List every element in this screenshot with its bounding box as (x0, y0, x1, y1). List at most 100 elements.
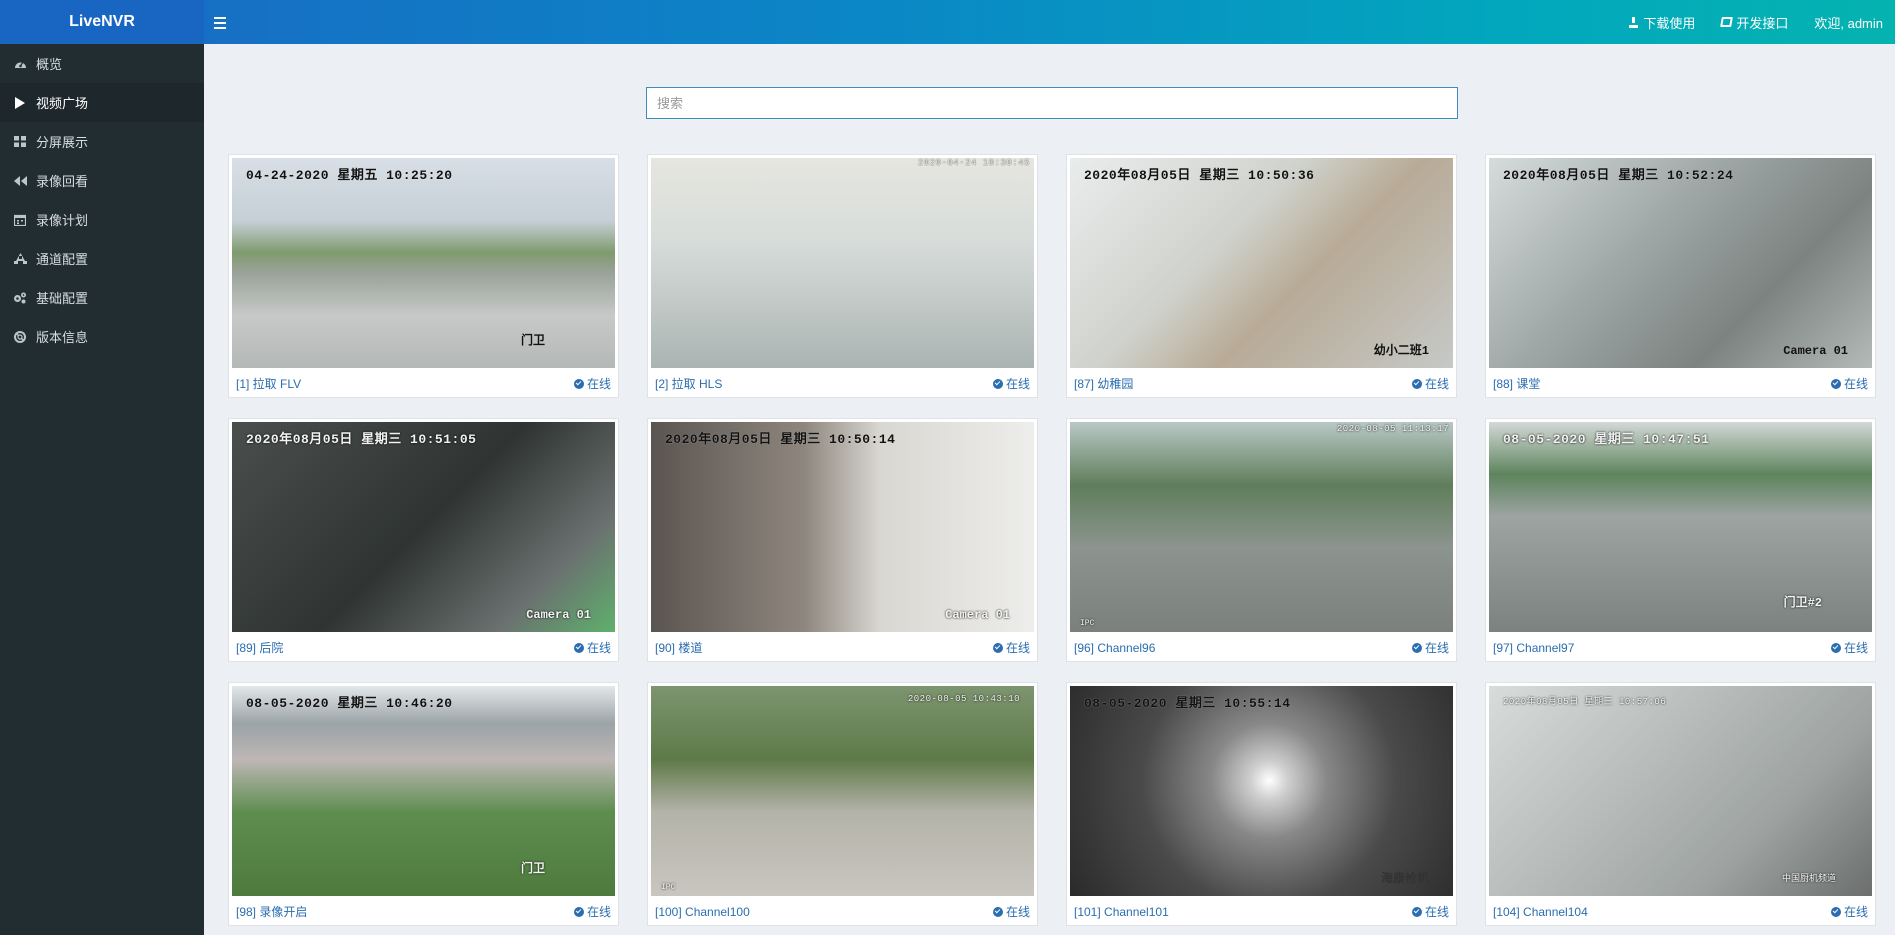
status-badge: 在线 (573, 375, 611, 392)
osd-time: 2020年08月05日 星期三 10:51:05 (246, 432, 477, 447)
sidebar-item-video-square[interactable]: 视频广场 (0, 83, 204, 122)
video-card[interactable]: 2020年08月05日 星期三 10:57:06 中国厨机频道 [104] Ch… (1485, 682, 1876, 926)
main-content: 04-24-2020 星期五 10:25:20 门卫 [1] 拉取 FLV 在线… (204, 44, 1895, 935)
video-card[interactable]: 04-24-2020 星期五 10:25:20 门卫 [1] 拉取 FLV 在线 (228, 154, 619, 398)
sidebar-item-record-plan[interactable]: 录像计划 (0, 200, 204, 239)
video-card[interactable]: 2020年08月05日 星期三 10:50:14 Camera 01 [90] … (647, 418, 1038, 662)
video-card[interactable]: 08-05-2020 星期三 10:55:14 海康枪机 [101] Chann… (1066, 682, 1457, 926)
sidebar-toggle-icon[interactable] (214, 11, 232, 33)
video-thumbnail[interactable]: 2020年08月05日 星期三 10:50:36 幼小二班1 (1070, 158, 1453, 368)
video-thumbnail[interactable]: 2020年08月05日 星期三 10:51:05 Camera 01 (232, 422, 615, 632)
sidebar-item-label: 视频广场 (36, 96, 89, 111)
video-card[interactable]: 2020-08-05 11:13:17 IPC [96] Channel96 在… (1066, 418, 1457, 662)
check-circle-icon (992, 642, 1003, 653)
sidebar-item-label: 分屏展示 (36, 135, 89, 150)
channel-name[interactable]: [1] 拉取 FLV (236, 375, 301, 392)
status-badge: 在线 (573, 639, 611, 656)
welcome-text: 欢迎, admin (1814, 15, 1883, 31)
channel-name[interactable]: [90] 楼道 (655, 639, 702, 656)
sidebar-item-label: 录像回看 (36, 174, 89, 189)
status-badge: 在线 (1411, 639, 1449, 656)
osd-time: 08-05-2020 星期三 10:55:14 (1084, 696, 1291, 711)
channel-name[interactable]: [97] Channel97 (1493, 641, 1574, 655)
status-badge: 在线 (992, 903, 1030, 920)
top-navbar: LiveNVR 下载使用 开发接口 欢迎, admin (0, 0, 1895, 44)
osd-time: 2020年08月05日 星期三 10:50:36 (1084, 168, 1315, 183)
channel-name[interactable]: [2] 拉取 HLS (655, 375, 722, 392)
calendar-icon (13, 214, 27, 226)
sidebar-item-version[interactable]: 版本信息 (0, 317, 204, 356)
check-circle-icon (992, 906, 1003, 917)
sidebar-item-split-screen[interactable]: 分屏展示 (0, 122, 204, 161)
check-circle-icon (992, 378, 1003, 389)
osd-camera-name: IPC (1080, 619, 1095, 628)
video-card[interactable]: 08-05-2020 星期三 10:47:51 门卫#2 [97] Channe… (1485, 418, 1876, 662)
osd-camera-name: 门卫 (520, 334, 545, 348)
video-thumbnail[interactable]: 2020年08月05日 星期三 10:52:24 Camera 01 (1489, 158, 1872, 368)
sidebar-item-playback[interactable]: 录像回看 (0, 161, 204, 200)
video-thumbnail[interactable]: 08-05-2020 星期三 10:47:51 门卫#2 (1489, 422, 1872, 632)
check-circle-icon (1411, 642, 1422, 653)
channel-name[interactable]: [96] Channel96 (1074, 641, 1155, 655)
video-card[interactable]: 2020年08月05日 星期三 10:52:24 Camera 01 [88] … (1485, 154, 1876, 398)
video-thumbnail[interactable]: 2020-04-24 10:30:45 (651, 158, 1034, 368)
osd-camera-name: IPC (661, 883, 676, 892)
channel-name[interactable]: [100] Channel100 (655, 905, 750, 919)
check-circle-icon (573, 906, 584, 917)
status-badge: 在线 (1830, 639, 1868, 656)
osd-time: 08-05-2020 星期三 10:47:51 (1503, 432, 1710, 447)
osd-camera-name: 海康枪机 (1380, 872, 1429, 886)
status-badge: 在线 (1830, 903, 1868, 920)
user-menu[interactable]: 欢迎, admin (1814, 13, 1883, 32)
channel-name[interactable]: [98] 录像开启 (236, 903, 307, 920)
sidebar-item-label: 概览 (36, 57, 63, 72)
video-thumbnail[interactable]: 2020-08-05 10:43:10 IPC (651, 686, 1034, 896)
download-label: 下载使用 (1643, 15, 1696, 31)
channel-name[interactable]: [104] Channel104 (1493, 905, 1588, 919)
osd-time: 08-05-2020 星期三 10:46:20 (246, 696, 453, 711)
check-circle-icon (573, 378, 584, 389)
check-circle-icon (1411, 378, 1422, 389)
video-thumbnail[interactable]: 08-05-2020 星期三 10:46:20 门卫 (232, 686, 615, 896)
download-link[interactable]: 下载使用 (1628, 13, 1695, 32)
channel-name[interactable]: [87] 幼稚园 (1074, 375, 1133, 392)
video-thumbnail[interactable]: 2020-08-05 11:13:17 IPC (1070, 422, 1453, 632)
grid-icon (13, 136, 27, 147)
backward-icon (13, 175, 27, 186)
check-circle-icon (573, 642, 584, 653)
video-card[interactable]: 08-05-2020 星期三 10:46:20 门卫 [98] 录像开启 在线 (228, 682, 619, 926)
channel-name[interactable]: [101] Channel101 (1074, 905, 1169, 919)
video-card[interactable]: 2020年08月05日 星期三 10:50:36 幼小二班1 [87] 幼稚园 … (1066, 154, 1457, 398)
sidebar-item-label: 通道配置 (36, 252, 89, 267)
status-badge: 在线 (573, 903, 611, 920)
osd-time: 2020年08月05日 星期三 10:57:06 (1503, 697, 1667, 707)
osd-camera-name: 中国厨机频道 (1781, 874, 1836, 884)
status-badge: 在线 (1830, 375, 1868, 392)
check-circle-icon (1830, 378, 1841, 389)
channel-name[interactable]: [88] 课堂 (1493, 375, 1540, 392)
check-circle-icon (1411, 906, 1422, 917)
api-label: 开发接口 (1736, 15, 1789, 31)
download-icon (1628, 16, 1639, 28)
check-circle-icon (1830, 906, 1841, 917)
video-thumbnail[interactable]: 2020年08月05日 星期三 10:50:14 Camera 01 (651, 422, 1034, 632)
channel-name[interactable]: [89] 后院 (236, 639, 283, 656)
video-thumbnail[interactable]: 2020年08月05日 星期三 10:57:06 中国厨机频道 (1489, 686, 1872, 896)
sidebar-item-channel-config[interactable]: 通道配置 (0, 239, 204, 278)
osd-time: 2020-08-05 10:43:10 (907, 694, 1020, 704)
osd-camera-name: 幼小二班1 (1373, 344, 1429, 358)
search-input[interactable] (646, 87, 1458, 119)
osd-time: 04-24-2020 星期五 10:25:20 (246, 168, 453, 183)
sidebar-item-basic-config[interactable]: 基础配置 (0, 278, 204, 317)
video-card[interactable]: 2020年08月05日 星期三 10:51:05 Camera 01 [89] … (228, 418, 619, 662)
osd-time: 2020-04-24 10:30:45 (917, 158, 1030, 168)
sidebar-item-overview[interactable]: 概览 (0, 44, 204, 83)
status-badge: 在线 (1411, 375, 1449, 392)
video-card[interactable]: 2020-04-24 10:30:45 [2] 拉取 HLS 在线 (647, 154, 1038, 398)
video-thumbnail[interactable]: 04-24-2020 星期五 10:25:20 门卫 (232, 158, 615, 368)
video-thumbnail[interactable]: 08-05-2020 星期三 10:55:14 海康枪机 (1070, 686, 1453, 896)
api-link[interactable]: 开发接口 (1720, 13, 1789, 32)
status-badge: 在线 (1411, 903, 1449, 920)
video-card[interactable]: 2020-08-05 10:43:10 IPC [100] Channel100… (647, 682, 1038, 926)
app-logo[interactable]: LiveNVR (0, 0, 204, 44)
